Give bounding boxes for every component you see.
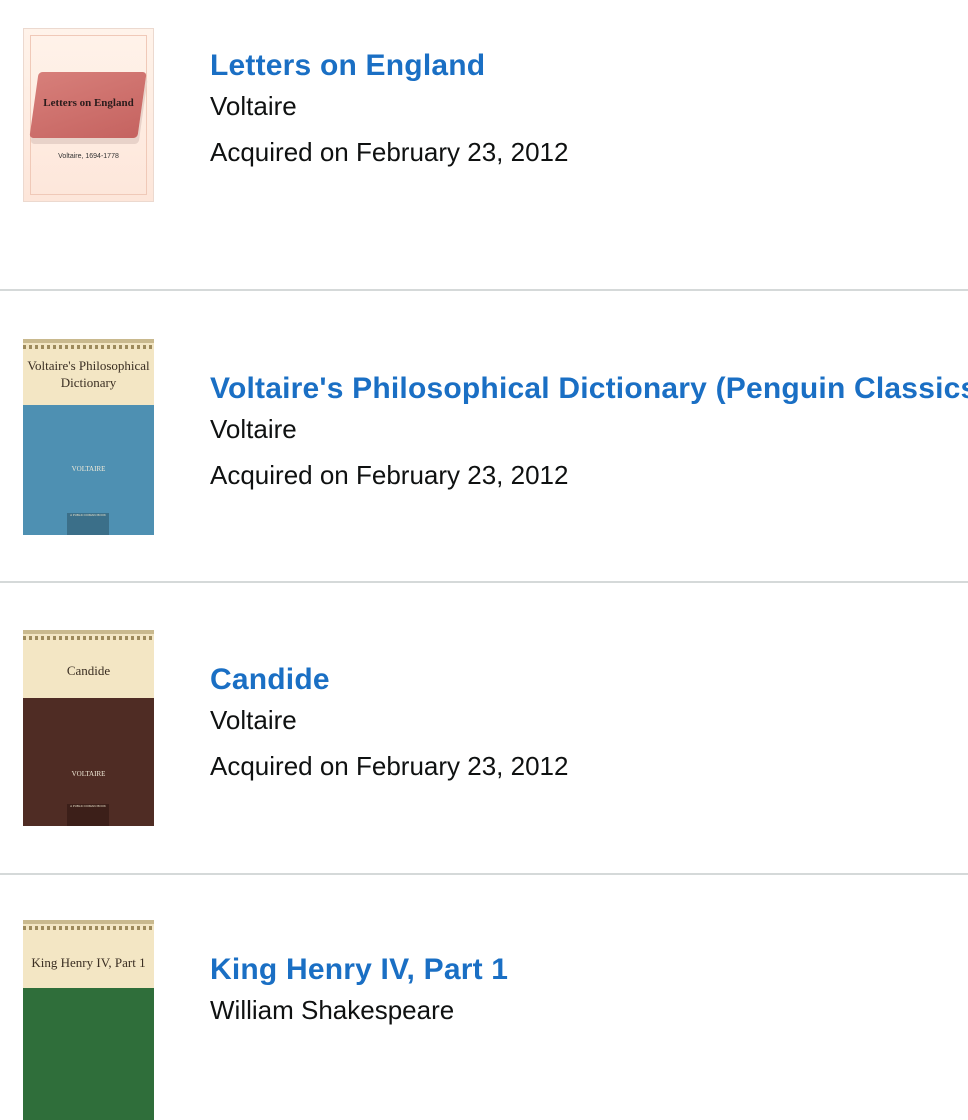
cover-band: Voltaire's Philosophical Dictionary (23, 339, 154, 409)
book-meta: King Henry IV, Part 1 William Shakespear… (210, 950, 948, 1028)
acquired-date: Acquired on February 23, 2012 (210, 137, 569, 167)
book-author: Voltaire (210, 91, 297, 121)
book-cover[interactable]: King Henry IV, Part 1 (23, 920, 154, 1120)
cover-band: Candide (23, 630, 154, 702)
book-cover[interactable]: Candide VOLTAIRE A PUBLIC DOMAIN BOOK (23, 630, 154, 826)
cover-body: VOLTAIRE A PUBLIC DOMAIN BOOK (23, 698, 154, 826)
public-domain-badge: A PUBLIC DOMAIN BOOK (67, 513, 109, 535)
library-list: Letters on England Voltaire, 1694-1778 L… (0, 0, 968, 1120)
cover-title: Letters on England (43, 97, 134, 109)
book-author: William Shakespeare (210, 995, 455, 1025)
acquired-date: Acquired on February 23, 2012 (210, 751, 569, 781)
cover-title: Candide (66, 663, 111, 678)
book-author: Voltaire (210, 414, 297, 444)
cover-author: VOLTAIRE (71, 465, 106, 473)
acquired-date: Acquired on February 23, 2012 (210, 460, 569, 490)
book-title-link[interactable]: Candide (210, 660, 948, 700)
book-meta: Letters on England Voltaire Acquired on … (210, 46, 948, 170)
cover-title: Voltaire's Philosophical Dictionary (27, 358, 150, 390)
book-title-link[interactable]: Voltaire's Philosophical Dictionary (Pen… (210, 369, 968, 409)
public-domain-badge: A PUBLIC DOMAIN BOOK (67, 804, 109, 826)
cover-author: VOLTAIRE (71, 770, 106, 778)
book-cover[interactable]: Voltaire's Philosophical Dictionary VOLT… (23, 339, 154, 535)
book-meta: Candide Voltaire Acquired on February 23… (210, 660, 948, 784)
cover-body: VOLTAIRE A PUBLIC DOMAIN BOOK (23, 405, 154, 535)
cover-subtitle: Voltaire, 1694-1778 (58, 153, 119, 160)
book-author: Voltaire (210, 705, 297, 735)
cover-band: King Henry IV, Part 1 (23, 920, 154, 992)
book-meta: Voltaire's Philosophical Dictionary (Pen… (210, 369, 968, 493)
book-title-link[interactable]: Letters on England (210, 46, 948, 86)
list-item: Letters on England Voltaire, 1694-1778 L… (0, 0, 968, 291)
cover-body (23, 988, 154, 1120)
book-title-link[interactable]: King Henry IV, Part 1 (210, 950, 948, 990)
cover-title: King Henry IV, Part 1 (31, 955, 146, 970)
list-item: Voltaire's Philosophical Dictionary VOLT… (0, 291, 968, 583)
list-item: King Henry IV, Part 1 King Henry IV, Par… (0, 875, 968, 1120)
list-item: Candide VOLTAIRE A PUBLIC DOMAIN BOOK Ca… (0, 583, 968, 875)
book-cover[interactable]: Letters on England Voltaire, 1694-1778 (23, 28, 154, 202)
